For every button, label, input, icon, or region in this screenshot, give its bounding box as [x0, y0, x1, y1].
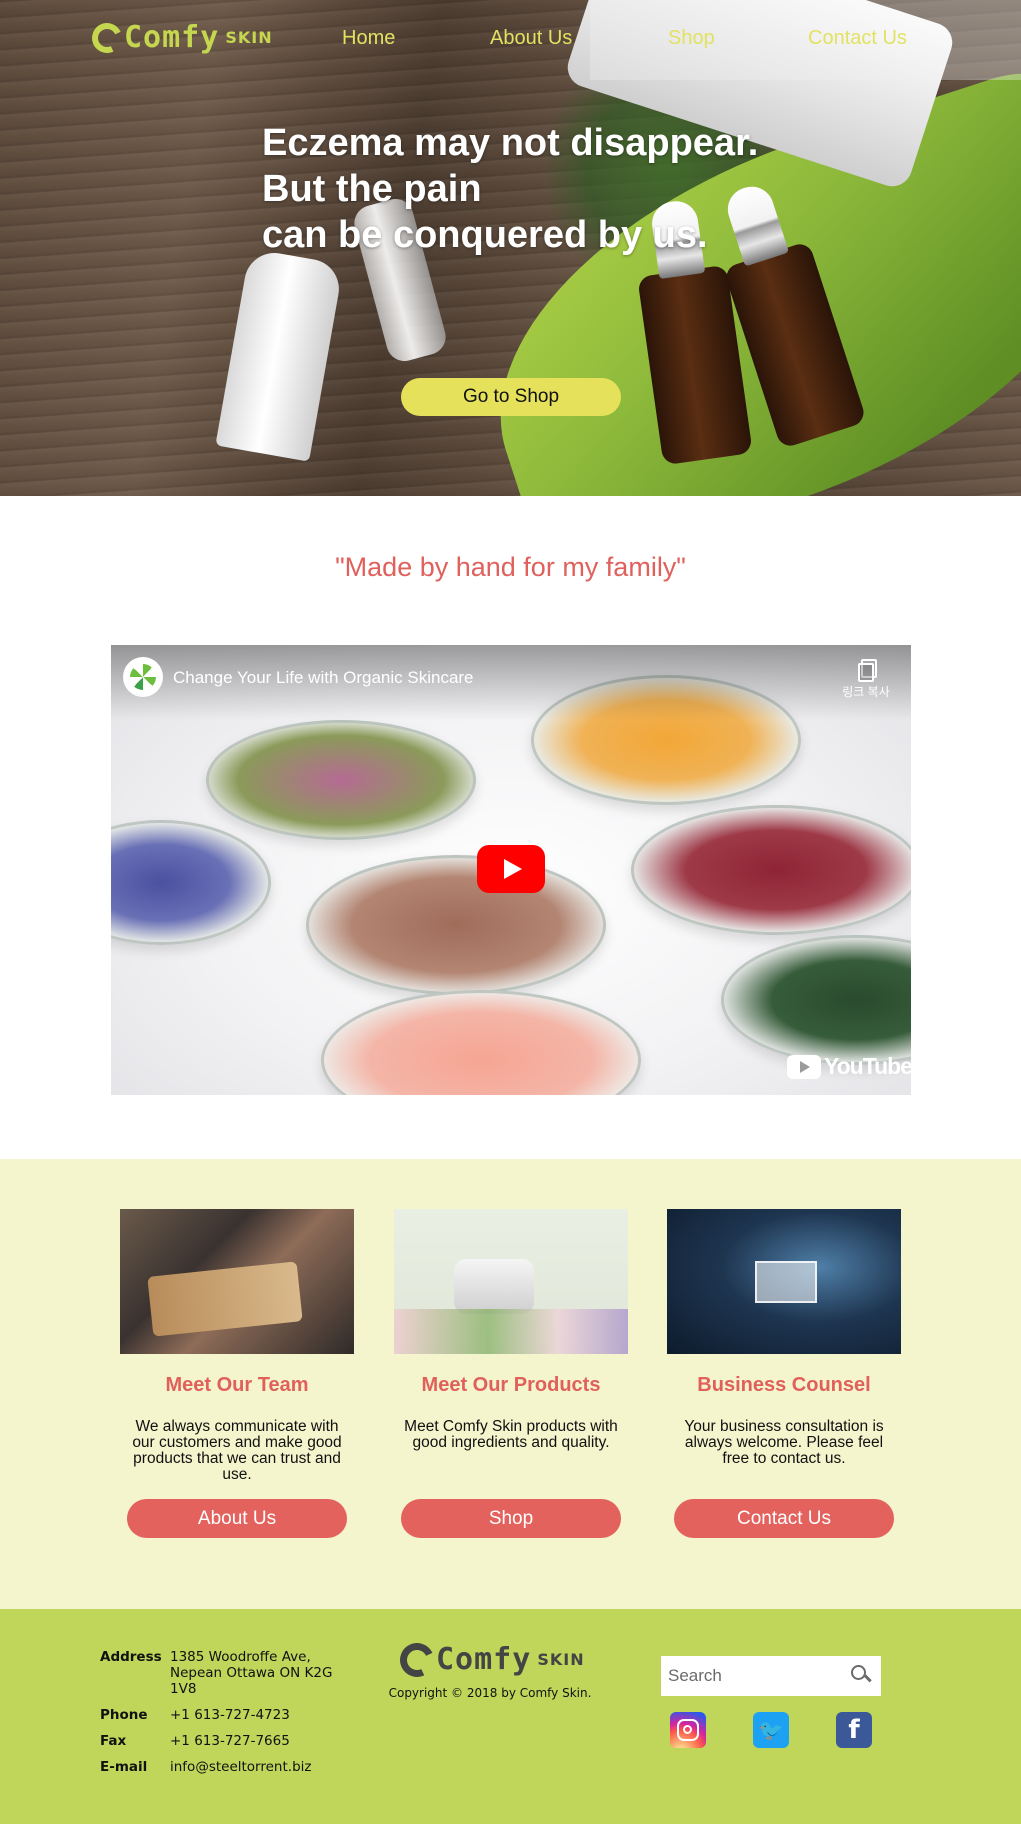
search-input[interactable]	[661, 1658, 836, 1694]
video-title[interactable]: Change Your Life with Organic Skincare	[173, 668, 474, 688]
features-section: Meet Our Team We always communicate with…	[0, 1159, 1021, 1609]
search-icon[interactable]	[851, 1665, 869, 1683]
channel-avatar-icon[interactable]	[123, 657, 163, 697]
contact-row-email: E-mail info@steeltorrent.biz	[100, 1759, 340, 1775]
tagline-quote: "Made by hand for my family"	[335, 552, 686, 582]
logo-mark-icon	[87, 18, 127, 57]
team-meeting-image	[120, 1209, 354, 1354]
go-to-shop-button[interactable]: Go to Shop	[401, 378, 621, 416]
spirulina-dish	[721, 935, 911, 1065]
nav-contact-us[interactable]: Contact Us	[808, 27, 907, 50]
feature-description: Meet Comfy Skin products with good ingre…	[404, 1418, 618, 1451]
shop-button[interactable]: Shop	[401, 1499, 621, 1538]
feature-title: Meet Our Products	[421, 1374, 601, 1396]
feature-card-team: Meet Our Team We always communicate with…	[120, 1209, 354, 1538]
nav-home[interactable]: Home	[342, 27, 395, 50]
logo-suffix: SKIN	[537, 1650, 585, 1669]
copy-link-label: 링크 복사	[842, 685, 890, 699]
feature-title: Business Counsel	[697, 1374, 871, 1396]
feature-description: Your business consultation is always wel…	[684, 1418, 884, 1467]
youtube-wordmark: YouTube	[824, 1053, 911, 1079]
contact-value[interactable]: info@steeltorrent.biz	[170, 1759, 340, 1775]
youtube-video-embed[interactable]: Change Your Life with Organic Skincare 링…	[111, 645, 911, 1095]
pink-salt-dish	[321, 990, 641, 1095]
products-image	[394, 1209, 628, 1354]
feature-card-products: Meet Our Products Meet Comfy Skin produc…	[394, 1209, 628, 1538]
business-counsel-image	[667, 1209, 901, 1354]
contact-label: E-mail	[100, 1759, 148, 1775]
copy-link-icon	[858, 659, 877, 682]
headline-line: Eczema may not disappear.	[262, 122, 759, 164]
footer-logo[interactable]: Comfy SKIN	[395, 1637, 585, 1682]
play-button[interactable]	[477, 845, 545, 893]
site-logo[interactable]: Comfy SKIN	[87, 18, 273, 57]
rosebud-dish	[206, 720, 476, 840]
footer: Address 1385 Woodroffe Ave, Nepean Ottaw…	[0, 1609, 1021, 1824]
contact-us-button[interactable]: Contact Us	[674, 1499, 894, 1538]
contact-row-phone: Phone +1 613-727-4723	[100, 1707, 340, 1723]
hero-headline: Eczema may not disappear. But the pain c…	[262, 120, 822, 258]
logo-word: Comfy	[124, 20, 220, 55]
contact-info: Address 1385 Woodroffe Ave, Nepean Ottaw…	[100, 1649, 340, 1785]
contact-value: +1 613-727-7665	[170, 1733, 290, 1749]
heather-dish	[306, 855, 606, 995]
nav-shop[interactable]: Shop	[668, 27, 715, 50]
instagram-icon[interactable]	[670, 1712, 706, 1748]
contact-label: Fax	[100, 1733, 127, 1749]
contact-label: Address	[100, 1649, 162, 1665]
contact-row-address: Address 1385 Woodroffe Ave, Nepean Ottaw…	[100, 1649, 340, 1697]
contact-label: Phone	[100, 1707, 148, 1723]
twitter-icon[interactable]: 🐦	[753, 1712, 789, 1748]
nav-about-us[interactable]: About Us	[490, 27, 572, 50]
logo-word: Comfy	[436, 1642, 532, 1677]
feature-description: We always communicate with our customers…	[132, 1418, 342, 1483]
copyright-text: Copyright © 2018 by Comfy Skin.	[388, 1686, 592, 1700]
contact-value: +1 613-727-4723	[170, 1707, 290, 1723]
feature-card-counsel: Business Counsel Your business consultat…	[667, 1209, 901, 1538]
logo-suffix: SKIN	[225, 28, 273, 47]
search-box	[661, 1656, 881, 1696]
copy-link-button[interactable]: 링크 복사	[836, 659, 896, 700]
youtube-logo[interactable]: YouTube	[787, 1053, 911, 1080]
nav-overlay	[590, 0, 1021, 80]
page: Comfy SKIN Home About Us Shop Contact Us…	[0, 0, 1021, 1824]
about-us-button[interactable]: About Us	[127, 1499, 347, 1538]
youtube-play-icon	[787, 1054, 821, 1079]
contact-row-fax: Fax +1 613-727-7665	[100, 1733, 340, 1749]
hero-banner: Comfy SKIN Home About Us Shop Contact Us…	[0, 0, 1021, 496]
cornflower-dish	[111, 820, 271, 945]
logo-mark-icon	[395, 1637, 439, 1682]
contact-value: 1385 Woodroffe Ave, Nepean Ottawa ON K2G…	[170, 1649, 333, 1697]
facebook-icon[interactable]: f	[836, 1712, 872, 1748]
feature-title: Meet Our Team	[165, 1374, 309, 1396]
headline-line: can be conquered by us.	[262, 214, 708, 256]
hibiscus-dish	[631, 805, 911, 935]
headline-line: But the pain	[262, 168, 482, 210]
